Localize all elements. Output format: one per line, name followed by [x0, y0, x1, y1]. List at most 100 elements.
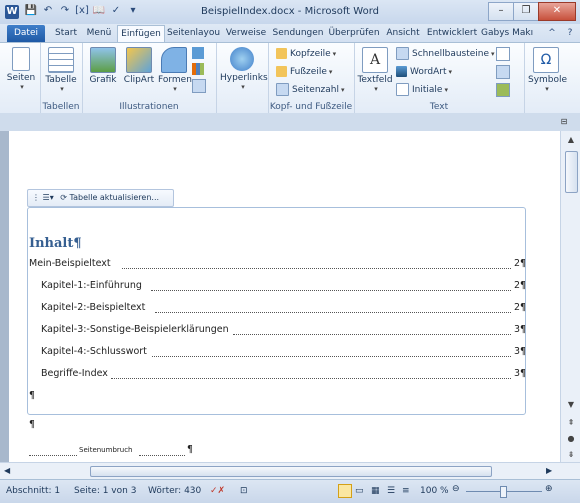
chart-icon[interactable] [192, 63, 204, 75]
scroll-up-icon[interactable]: ▲ [565, 134, 577, 146]
tab-sendungen[interactable]: Sendungen [271, 25, 325, 42]
tab-seitenlayout[interactable]: Seitenlayou [167, 25, 220, 42]
close-button[interactable]: ✕ [538, 2, 576, 21]
document-page[interactable]: ⋮ ☰▾ ⟳ Tabelle aktualisieren... Inhalt¶ … [9, 131, 560, 462]
next-page-icon[interactable]: ⇟ [565, 449, 577, 461]
signature-line-icon[interactable] [496, 47, 510, 61]
restore-button[interactable]: ❐ [513, 2, 539, 21]
screenshot-icon[interactable] [192, 79, 206, 93]
zoom-out-icon[interactable]: ⊖ [452, 484, 460, 494]
seitenzahl-button[interactable]: Seitenzahl ▾ [276, 83, 344, 97]
clipart-button[interactable]: ClipArt [122, 47, 156, 85]
scroll-left-icon[interactable]: ◀ [4, 466, 10, 475]
print-layout-view-icon[interactable] [338, 484, 352, 498]
outline-view-icon[interactable]: ☰ [387, 486, 395, 496]
formen-button[interactable]: Formen ▾ [158, 47, 192, 93]
toc-entry-text[interactable]: Begriffe-Index [41, 368, 108, 379]
date-time-icon[interactable] [496, 65, 510, 79]
table-icon [48, 47, 74, 73]
reading-view-icon[interactable]: ▭ [355, 486, 364, 496]
toc-entry-text[interactable]: Kapitel-4:-Schlusswort [41, 346, 147, 357]
status-words[interactable]: Wörter: 430 [148, 486, 201, 496]
tab-datei[interactable]: Datei [7, 25, 45, 42]
group-kopf-fusszeile: Kopfzeile ▾ Fußzeile ▾ Seitenzahl ▾ Kopf- u… [268, 43, 355, 113]
toc-update-button[interactable]: Tabelle aktualisieren... [70, 193, 160, 202]
macro-record-icon[interactable]: ⊡ [240, 486, 248, 496]
fusszeile-button[interactable]: Fußzeile ▾ [276, 65, 332, 79]
zoom-slider-thumb[interactable] [500, 486, 507, 498]
smartart-icon[interactable] [192, 47, 204, 59]
draft-view-icon[interactable]: ≡ [402, 486, 410, 496]
toc-update-icon: ⟳ [60, 193, 67, 202]
object-icon[interactable] [496, 83, 510, 97]
quickparts-icon [396, 47, 409, 60]
spelling-status-icon[interactable]: ✓✗ [210, 486, 225, 496]
textfeld-button[interactable]: A Textfeld ▾ [356, 47, 394, 93]
toc-toolbar[interactable]: ⋮ ☰▾ ⟳ Tabelle aktualisieren... [27, 189, 174, 207]
grafik-button[interactable]: Grafik [88, 47, 118, 85]
hyperlinks-button[interactable]: Hyperlinks ▾ [220, 47, 268, 91]
group-tabellen: Tabelle ▾ Tabellen [40, 43, 83, 113]
help-icon[interactable]: ? [564, 27, 576, 39]
toc-entry-text[interactable]: Kapitel-3:-Sonstige-Beispielerklärungen [41, 324, 229, 335]
toc-entry-page: 2¶ [514, 258, 527, 269]
tabelle-button[interactable]: Tabelle ▾ [45, 47, 77, 93]
toc-leader [152, 346, 511, 357]
zoom-level[interactable]: 100 % [420, 486, 449, 496]
group-symbole: Ω Symbole ▾ [524, 43, 568, 113]
toc-entry-page: 3¶ [514, 324, 527, 335]
symbole-button[interactable]: Ω Symbole ▾ [528, 47, 567, 93]
initiale-button[interactable]: Initiale ▾ [396, 83, 448, 97]
wordart-icon [396, 66, 407, 77]
page-break-leader-left [29, 445, 77, 456]
zoom-in-icon[interactable]: ⊕ [545, 484, 553, 494]
scroll-right-icon[interactable]: ▶ [546, 466, 552, 475]
tab-einfuegen[interactable]: Einfügen [117, 25, 165, 43]
seiten-button[interactable]: Seiten ▾ [6, 47, 36, 91]
vertical-scrollbar[interactable]: ▲ ▼ ⇞ ● ⇟ [560, 131, 580, 462]
toc-leader [151, 280, 511, 291]
schnellbausteine-button[interactable]: Schnellbausteine ▾ [396, 47, 495, 61]
tab-ansicht[interactable]: Ansicht [383, 25, 423, 42]
globe-link-icon [230, 47, 254, 71]
toc-entry-text[interactable]: Mein-Beispieltext [29, 258, 111, 269]
group-label-illustrationen: Illustrationen [119, 102, 179, 112]
picture-icon [90, 47, 116, 73]
kopfzeile-button[interactable]: Kopfzeile ▾ [276, 47, 336, 61]
tab-menue[interactable]: Menü [84, 25, 114, 42]
dropcap-icon [396, 83, 409, 96]
textbox-icon: A [362, 47, 388, 73]
tab-entwickler[interactable]: Entwicklert [426, 25, 478, 42]
header-icon [276, 48, 287, 59]
minimize-button[interactable]: – [488, 2, 514, 21]
status-page[interactable]: Seite: 1 von 3 [74, 486, 136, 496]
group-illustrationen: Grafik ClipArt Formen ▾ Illustrationen [82, 43, 217, 113]
group-label-text: Text [429, 102, 449, 112]
paragraph-mark: ¶ [29, 390, 36, 401]
previous-page-icon[interactable]: ⇞ [565, 417, 577, 429]
paragraph-mark: ¶ [29, 419, 36, 430]
toc-menu-icon[interactable]: ⋮ ☰▾ [32, 193, 54, 202]
wordart-button[interactable]: WordArt ▾ [396, 65, 452, 79]
minimize-ribbon-icon[interactable]: ^ [546, 27, 558, 39]
paragraph-mark: ¶ [187, 444, 194, 455]
toc-entry-text[interactable]: Kapitel-1:-Einführung [41, 280, 142, 291]
scroll-down-icon[interactable]: ▼ [565, 399, 577, 411]
vertical-scroll-thumb[interactable] [565, 151, 578, 193]
horizontal-scroll-thumb[interactable] [90, 466, 492, 477]
tab-ueberpruefen[interactable]: Überprüfen [328, 25, 380, 42]
horizontal-scrollbar[interactable]: ◀ ▶ [0, 462, 580, 480]
tab-verweise[interactable]: Verweise [224, 25, 268, 42]
web-layout-view-icon[interactable]: ▦ [371, 486, 380, 496]
status-section[interactable]: Abschnitt: 1 [6, 486, 60, 496]
page-break-leader-right [139, 445, 185, 456]
toc-leader [122, 258, 511, 269]
page-break-label: Seitenumbruch [79, 446, 133, 454]
tab-gabys-makros[interactable]: Gabys Makı [481, 25, 533, 42]
ruler-toggle-icon[interactable]: ⊟ [558, 116, 570, 128]
tab-start[interactable]: Start [52, 25, 80, 42]
toc-entry-text[interactable]: Kapitel-2:-Beispieltext [41, 302, 145, 313]
group-label-tabellen: Tabellen [42, 102, 80, 112]
page-icon [12, 47, 30, 71]
browse-object-icon[interactable]: ● [565, 433, 577, 445]
